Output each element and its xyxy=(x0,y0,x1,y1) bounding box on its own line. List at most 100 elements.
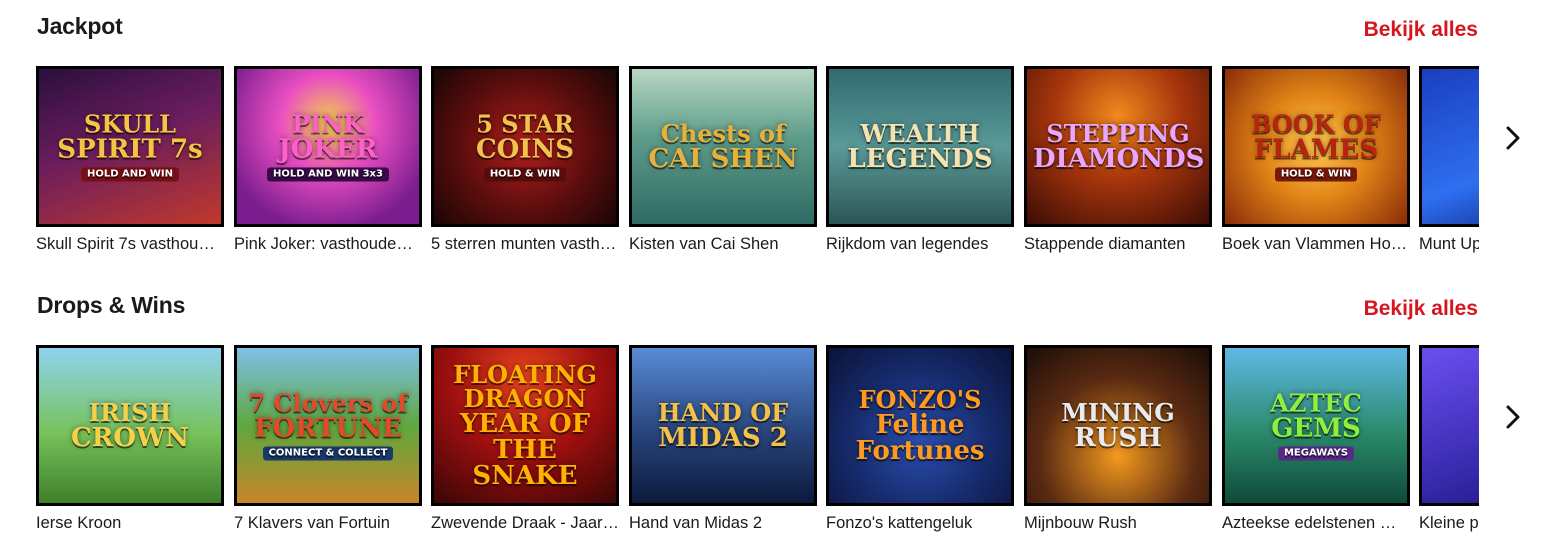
game-thumbnail[interactable]: FONZO'S Feline Fortunes xyxy=(826,345,1014,506)
game-logo-line: IRISH xyxy=(88,397,172,427)
game-logo-line: STEPPING xyxy=(1046,118,1190,148)
game-card[interactable]: SKULL SPIRIT 7s HOLD AND WIN Skull Spirit 7… xyxy=(36,66,224,266)
game-logo-line: JOKER xyxy=(278,134,378,164)
game-artwork: TTO xyxy=(1422,348,1479,503)
game-thumbnail[interactable]: 7 Clovers of FORTUNE CONNECT & COLLECT xyxy=(234,345,422,506)
game-title[interactable]: Kisten van Cai Shen xyxy=(629,235,817,254)
game-title[interactable]: Azteekse edelstenen Megaways xyxy=(1222,514,1410,533)
game-artwork: HAND OF MIDAS 2 xyxy=(632,348,814,503)
game-logo-tag: MEGAWAYS xyxy=(1277,446,1355,460)
game-thumbnail[interactable]: CO xyxy=(1419,66,1479,227)
game-logo: MINING RUSH xyxy=(1027,397,1209,453)
game-logo: SKULL SPIRIT 7s HOLD AND WIN xyxy=(39,112,221,181)
game-artwork: Chests of CAI SHEN xyxy=(632,69,814,224)
game-logo-line: FORTUNE xyxy=(254,413,402,443)
game-logo: AZTEC GEMS MEGAWAYS xyxy=(1225,391,1407,460)
game-card[interactable]: 7 Clovers of FORTUNE CONNECT & COLLECT 7 Kl… xyxy=(234,345,422,545)
game-logo: FLOATING DRAGON YEAR OF THE SNAKE xyxy=(434,362,616,491)
game-logo-tag: HOLD AND WIN xyxy=(80,167,180,181)
game-title[interactable]: Skull Spirit 7s vasthouden en winnen xyxy=(36,235,224,254)
game-title[interactable]: Boek van Vlammen Houden en Winnen xyxy=(1222,235,1410,254)
game-title[interactable]: Ierse Kroon xyxy=(36,514,224,533)
game-card[interactable]: FLOATING DRAGON YEAR OF THE SNAKE Zwevende… xyxy=(431,345,619,545)
game-thumbnail[interactable]: MINING RUSH xyxy=(1024,345,1212,506)
game-logo: CO xyxy=(1422,135,1479,159)
game-logo-line: LEGENDS xyxy=(847,143,993,174)
game-thumbnail[interactable]: TTO xyxy=(1419,345,1479,506)
game-title[interactable]: Fonzo's kattengeluk xyxy=(826,514,1014,533)
game-title[interactable]: 5 sterren munten vasthouden en winnen xyxy=(431,235,619,254)
game-logo-line: DIAMONDS xyxy=(1033,143,1205,174)
rail-next-button[interactable] xyxy=(1498,118,1528,158)
game-card[interactable]: Chests of CAI SHEN Kisten van Cai Shen xyxy=(629,66,817,266)
game-logo-line: YEAR OF THE SNAKE xyxy=(459,408,591,491)
game-artwork: BOOK OF FLAMES HOLD & WIN xyxy=(1225,69,1407,224)
rail-next-button[interactable] xyxy=(1498,397,1528,437)
game-logo: FONZO'S Feline Fortunes xyxy=(829,387,1011,466)
game-logo-line: SKULL xyxy=(83,109,176,138)
game-artwork: FONZO'S Feline Fortunes xyxy=(829,348,1011,503)
game-artwork: 5 STAR COINS HOLD & WIN xyxy=(434,69,616,224)
game-title[interactable]: Mijnbouw Rush xyxy=(1024,514,1212,533)
game-logo-line: MIDAS 2 xyxy=(658,422,788,453)
game-logo-line: WEALTH xyxy=(860,118,980,148)
game-artwork: CO xyxy=(1422,69,1479,224)
game-thumbnail[interactable]: Chests of CAI SHEN xyxy=(629,66,817,227)
game-thumbnail[interactable]: 5 STAR COINS HOLD & WIN xyxy=(431,66,619,227)
game-thumbnail[interactable]: PINK JOKER HOLD AND WIN 3x3 xyxy=(234,66,422,227)
game-logo: 5 STAR COINS HOLD & WIN xyxy=(434,112,616,181)
game-logo: STEPPING DIAMONDS xyxy=(1027,118,1209,174)
game-thumbnail[interactable]: WEALTH LEGENDS xyxy=(826,66,1014,227)
game-artwork: IRISH CROWN xyxy=(39,348,221,503)
game-thumbnail[interactable]: HAND OF MIDAS 2 xyxy=(629,345,817,506)
game-title[interactable]: Munt Up xyxy=(1419,235,1479,254)
game-card[interactable]: FONZO'S Feline Fortunes Fonzo's kattengelu… xyxy=(826,345,1014,545)
chevron-right-icon xyxy=(1506,405,1520,429)
game-title[interactable]: Kleine p xyxy=(1419,514,1479,533)
game-thumbnail[interactable]: AZTEC GEMS MEGAWAYS xyxy=(1222,345,1410,506)
game-card[interactable]: WEALTH LEGENDS Rijkdom van legendes xyxy=(826,66,1014,266)
game-logo: PINK JOKER HOLD AND WIN 3x3 xyxy=(237,112,419,181)
game-card[interactable]: STEPPING DIAMONDS Stappende diamanten xyxy=(1024,66,1212,266)
game-card[interactable]: TTO Kleine p xyxy=(1419,345,1479,545)
game-title[interactable]: Stappende diamanten xyxy=(1024,235,1212,254)
game-title[interactable]: Rijkdom van legendes xyxy=(826,235,1014,254)
game-title[interactable]: Pink Joker: vasthouden en winnen xyxy=(234,235,422,254)
game-card[interactable]: IRISH CROWN Ierse Kroon xyxy=(36,345,224,545)
game-logo-line: 5 STAR xyxy=(476,109,574,138)
game-card[interactable]: BOOK OF FLAMES HOLD & WIN Boek van Vlammen … xyxy=(1222,66,1410,266)
game-thumbnail[interactable]: STEPPING DIAMONDS xyxy=(1024,66,1212,227)
game-logo: Chests of CAI SHEN xyxy=(632,118,814,172)
game-logo: BOOK OF FLAMES HOLD & WIN xyxy=(1225,112,1407,181)
game-artwork: WEALTH LEGENDS xyxy=(829,69,1011,224)
game-card[interactable]: CO Munt Up xyxy=(1419,66,1479,266)
game-logo-line: PINK xyxy=(291,109,365,138)
game-logo-line: MINING xyxy=(1061,397,1175,427)
game-artwork: 7 Clovers of FORTUNE CONNECT & COLLECT xyxy=(237,348,419,503)
game-logo-line: HAND OF xyxy=(657,397,789,427)
game-logo-line: CO xyxy=(1428,135,1479,159)
game-card[interactable]: HAND OF MIDAS 2 Hand van Midas 2 xyxy=(629,345,817,545)
game-logo-tag: HOLD & WIN xyxy=(483,167,567,181)
chevron-right-icon xyxy=(1506,126,1520,150)
see-all-link[interactable]: Bekijk alles xyxy=(1364,297,1478,321)
game-artwork: STEPPING DIAMONDS xyxy=(1027,69,1209,224)
game-title[interactable]: 7 Klavers van Fortuin xyxy=(234,514,422,533)
game-card[interactable]: 5 STAR COINS HOLD & WIN 5 sterren munten va… xyxy=(431,66,619,266)
game-title[interactable]: Zwevende Draak - Jaar van de Slang xyxy=(431,514,619,533)
game-thumbnail[interactable]: FLOATING DRAGON YEAR OF THE SNAKE xyxy=(431,345,619,506)
game-card[interactable]: AZTECGEMS MEGAWAYS Azteekse edelstenen Meg… xyxy=(1222,345,1410,545)
game-logo-line: Feline Fortunes xyxy=(855,409,985,466)
game-logo-line: BOOK OF xyxy=(1251,109,1381,138)
game-card[interactable]: MINING RUSH Mijnbouw Rush xyxy=(1024,345,1212,545)
game-artwork: SKULL SPIRIT 7s HOLD AND WIN xyxy=(39,69,221,224)
game-title[interactable]: Hand van Midas 2 xyxy=(629,514,817,533)
see-all-link[interactable]: Bekijk alles xyxy=(1364,18,1478,42)
game-thumbnail[interactable]: SKULL SPIRIT 7s HOLD AND WIN xyxy=(36,66,224,227)
game-logo-line: Chests of xyxy=(660,118,786,148)
game-logo-line: AZTEC xyxy=(1270,388,1362,417)
game-logo-line: RUSH xyxy=(1074,422,1162,453)
game-thumbnail[interactable]: IRISH CROWN xyxy=(36,345,224,506)
game-card[interactable]: PINK JOKER HOLD AND WIN 3x3 Pink Joker: vas… xyxy=(234,66,422,266)
game-thumbnail[interactable]: BOOK OF FLAMES HOLD & WIN xyxy=(1222,66,1410,227)
